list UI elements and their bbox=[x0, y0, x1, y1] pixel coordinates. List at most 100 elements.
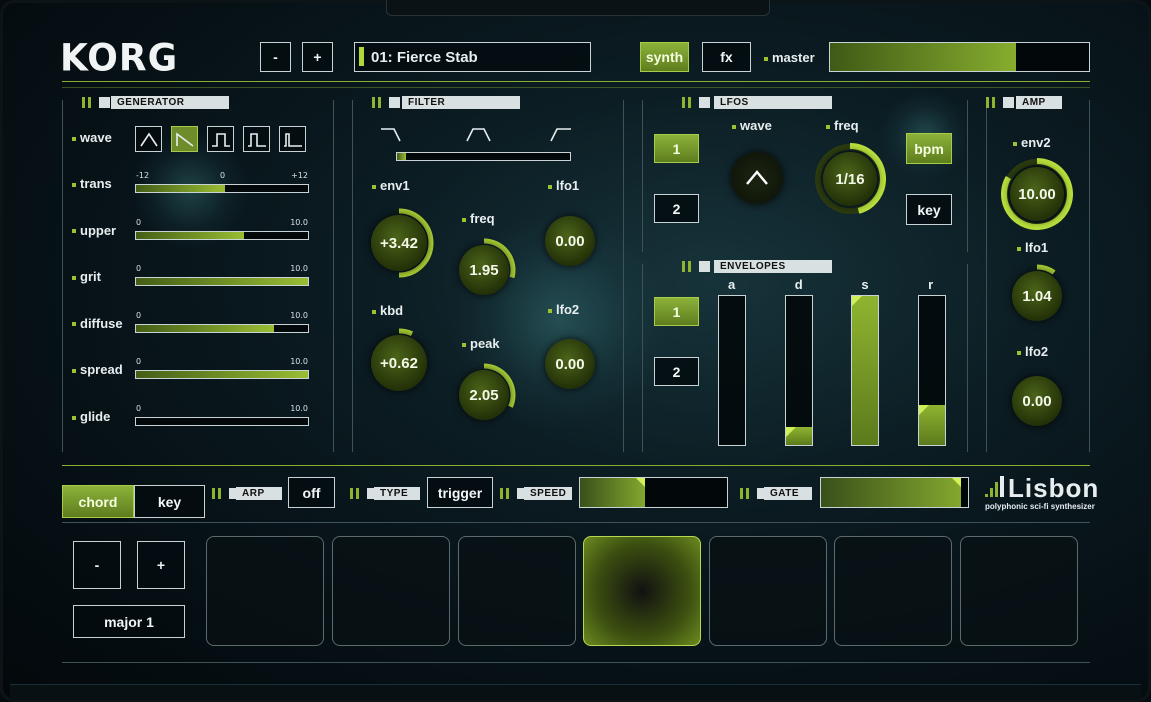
envelope-r-slider[interactable] bbox=[918, 295, 947, 446]
envelope-d-fill bbox=[785, 427, 812, 445]
filter-type-fill bbox=[397, 153, 406, 160]
trans-min-tick: -12 bbox=[136, 171, 150, 180]
freq-label: freq bbox=[462, 211, 495, 226]
amp-env2-label: env2 bbox=[1013, 135, 1051, 150]
octave-up-button[interactable]: + bbox=[137, 541, 185, 589]
glide-slider[interactable]: 0 10.0 bbox=[135, 404, 309, 426]
amp-lfo1-value: 1.04 bbox=[1022, 287, 1052, 305]
header-divider-2 bbox=[62, 87, 1090, 88]
trans-slider[interactable]: -12 0 +12 bbox=[135, 171, 309, 193]
kbd-knob[interactable]: +0.62 bbox=[364, 328, 434, 398]
amp-lfo1-knob[interactable]: 1.04 bbox=[1005, 264, 1069, 328]
filter-lfo1-knob[interactable]: 0.00 bbox=[541, 212, 599, 270]
lfo-key-button[interactable]: key bbox=[906, 194, 952, 225]
perform-divider bbox=[62, 465, 1090, 466]
fx-tab[interactable]: fx bbox=[702, 42, 751, 72]
spread-min-tick: 0 bbox=[136, 357, 142, 367]
kbd-value: +0.62 bbox=[380, 354, 418, 372]
arp-gate-slider[interactable] bbox=[820, 477, 969, 508]
product-name: Lisbon bbox=[1008, 473, 1100, 503]
bottom-bezel bbox=[10, 684, 1141, 700]
octave-down-button[interactable]: - bbox=[73, 541, 121, 589]
amp-env2-knob[interactable]: 10.00 bbox=[1001, 158, 1073, 230]
grit-min-tick: 0 bbox=[136, 264, 142, 274]
generator-title-mark bbox=[82, 96, 110, 109]
spread-max-tick: 10.0 bbox=[290, 357, 308, 367]
diffuse-min-tick: 0 bbox=[136, 310, 142, 320]
chord-pad-1[interactable] bbox=[206, 536, 324, 646]
lfos-title-mark bbox=[682, 96, 710, 109]
envelope-a-slider[interactable] bbox=[718, 295, 746, 446]
highpass-icon[interactable] bbox=[550, 126, 572, 144]
gate-title: GATE bbox=[764, 487, 812, 500]
chord-button[interactable]: chord bbox=[62, 485, 134, 518]
lfo-wave-label: wave bbox=[732, 118, 772, 133]
chord-pad-2[interactable] bbox=[332, 536, 450, 646]
preset-next-button[interactable]: + bbox=[302, 42, 333, 72]
korg-logo: KORG bbox=[60, 36, 179, 81]
wave-square-button[interactable] bbox=[207, 126, 234, 152]
upper-slider[interactable]: 0 10.0 bbox=[135, 218, 309, 240]
chord-pad-4[interactable] bbox=[583, 536, 701, 646]
lfo-freq-value: 1/16 bbox=[835, 170, 865, 188]
glide-label: glide bbox=[72, 409, 110, 424]
trans-label: trans bbox=[72, 176, 112, 191]
lfo-2-button[interactable]: 2 bbox=[654, 194, 699, 223]
arp-speed-slider[interactable] bbox=[579, 477, 728, 508]
env1-knob[interactable]: +3.42 bbox=[364, 208, 434, 278]
chord-pad-7[interactable] bbox=[960, 536, 1078, 646]
glide-min-tick: 0 bbox=[136, 404, 142, 413]
header-divider bbox=[62, 81, 1090, 82]
lfo-1-button[interactable]: 1 bbox=[654, 134, 699, 163]
arp-type-select[interactable]: trigger bbox=[427, 477, 493, 508]
synth-tab[interactable]: synth bbox=[640, 42, 689, 72]
envelope-2-button[interactable]: 2 bbox=[654, 357, 699, 386]
diffuse-max-tick: 10.0 bbox=[290, 310, 308, 320]
spread-slider[interactable]: 0 10.0 bbox=[135, 357, 309, 380]
envelope-r-fill bbox=[919, 404, 946, 445]
filter-freq-knob[interactable]: 1.95 bbox=[452, 238, 516, 302]
scale-select[interactable]: major 1 bbox=[73, 605, 185, 638]
amp-title: AMP bbox=[1016, 96, 1062, 109]
peak-knob[interactable]: 2.05 bbox=[452, 363, 516, 427]
preset-prev-button[interactable]: - bbox=[260, 42, 291, 72]
lowpass-icon[interactable] bbox=[380, 126, 402, 144]
envelope-s-label: s bbox=[861, 277, 869, 292]
filter-type-slider[interactable] bbox=[396, 152, 571, 161]
upper-slider-fill bbox=[136, 231, 245, 239]
arp-speed-fill bbox=[580, 478, 645, 507]
upper-max-tick: 10.0 bbox=[290, 217, 308, 227]
wave-triangle-button[interactable] bbox=[135, 126, 162, 152]
arp-toggle[interactable]: off bbox=[288, 477, 335, 508]
preset-display[interactable]: 01: Fierce Stab bbox=[354, 42, 591, 72]
filter-lfo2-value: 0.00 bbox=[555, 355, 585, 373]
wave-pulse-button[interactable] bbox=[243, 126, 270, 152]
spread-label: spread bbox=[72, 362, 123, 377]
pulse-icon bbox=[248, 133, 266, 147]
amp-lfo2-knob[interactable]: 0.00 bbox=[1009, 373, 1065, 429]
lfos-title: LFOS bbox=[714, 96, 832, 109]
lfo-freq-knob[interactable]: 1/16 bbox=[814, 143, 886, 215]
saw-icon bbox=[176, 132, 194, 147]
grit-slider[interactable]: 0 10.0 bbox=[135, 264, 309, 287]
filter-freq-value: 1.95 bbox=[469, 261, 499, 279]
grit-max-tick: 10.0 bbox=[290, 264, 308, 274]
chord-pad-3[interactable] bbox=[458, 536, 576, 646]
bandpass-icon[interactable] bbox=[466, 126, 492, 144]
envelope-s-slider[interactable] bbox=[851, 295, 880, 446]
diffuse-slider[interactable]: 0 10.0 bbox=[135, 311, 309, 333]
key-mode-button[interactable]: key bbox=[134, 485, 205, 518]
envelope-1-button[interactable]: 1 bbox=[654, 297, 699, 326]
wave-saw-button[interactable] bbox=[171, 126, 198, 152]
glide-max-tick: 10.0 bbox=[290, 404, 308, 413]
wave-narrow-pulse-button[interactable] bbox=[279, 126, 306, 152]
square-icon bbox=[212, 133, 230, 147]
lfo-wave-knob[interactable] bbox=[731, 152, 783, 204]
filter-lfo2-knob[interactable]: 0.00 bbox=[541, 335, 599, 393]
envelope-d-label: d bbox=[794, 277, 803, 292]
chord-pad-6[interactable] bbox=[834, 536, 952, 646]
bpm-button[interactable]: bpm bbox=[906, 133, 952, 164]
envelope-d-slider[interactable] bbox=[784, 295, 813, 446]
master-volume-slider[interactable] bbox=[829, 42, 1090, 72]
chord-pad-5[interactable] bbox=[709, 536, 827, 646]
